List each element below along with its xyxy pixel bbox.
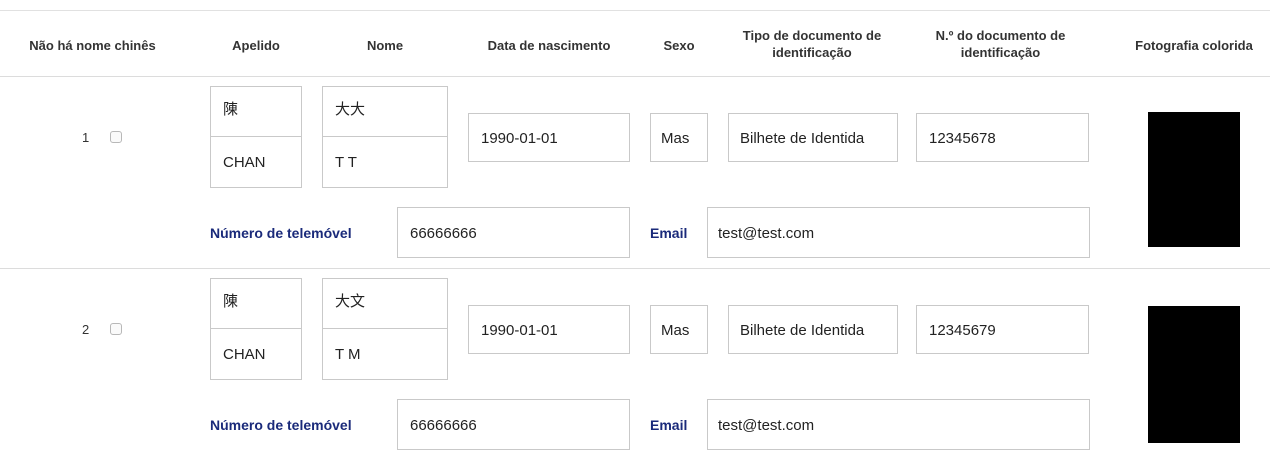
header-doc-number: N.º do documento de identificação bbox=[908, 27, 1093, 61]
mobile-label: Número de telemóvel bbox=[210, 225, 352, 241]
header-surname: Apelido bbox=[232, 38, 280, 53]
mobile-label: Número de telemóvel bbox=[210, 417, 352, 433]
header-photo: Fotografia colorida bbox=[1135, 38, 1253, 53]
color-photo bbox=[1148, 306, 1240, 443]
mobile-input[interactable]: 66666666 bbox=[397, 399, 630, 450]
birth-date-input[interactable]: 1990-01-01 bbox=[468, 113, 630, 162]
color-photo bbox=[1148, 112, 1240, 247]
header-doc-type-line1: Tipo de documento de bbox=[742, 28, 882, 43]
header-name: Nome bbox=[366, 38, 404, 53]
row-index: 2 bbox=[82, 322, 90, 337]
email-label: Email bbox=[650, 225, 688, 241]
header-doc-number-line1: N.º do documento de bbox=[935, 28, 1066, 43]
surname-latin-input[interactable]: CHAN bbox=[210, 328, 302, 380]
email-input[interactable]: test@test.com bbox=[707, 207, 1090, 258]
name-chinese-input[interactable]: 大大 bbox=[322, 86, 448, 137]
name-latin-input[interactable]: T M bbox=[322, 328, 448, 380]
surname-chinese-input[interactable]: 陳 bbox=[210, 86, 302, 137]
row-index: 1 bbox=[82, 130, 90, 145]
sex-select[interactable]: Mas bbox=[650, 113, 708, 162]
header-no-chinese-name: Não há nome chinês bbox=[29, 38, 156, 53]
header-sex: Sexo bbox=[663, 38, 695, 53]
table-top-border bbox=[0, 10, 1270, 11]
header-birth-date: Data de nascimento bbox=[487, 38, 611, 53]
surname-chinese-input[interactable]: 陳 bbox=[210, 278, 302, 329]
header-doc-type: Tipo de documento de identificação bbox=[722, 27, 902, 61]
doc-number-input[interactable]: 12345678 bbox=[916, 113, 1089, 162]
header-doc-type-line2: identificação bbox=[772, 45, 852, 60]
name-latin-input[interactable]: T T bbox=[322, 136, 448, 188]
birth-date-input[interactable]: 1990-01-01 bbox=[468, 305, 630, 354]
no-chinese-name-checkbox[interactable] bbox=[110, 131, 122, 143]
header-divider bbox=[0, 76, 1270, 77]
email-input[interactable]: test@test.com bbox=[707, 399, 1090, 450]
doc-type-select[interactable]: Bilhete de Identida bbox=[728, 113, 898, 162]
header-doc-number-line2: identificação bbox=[960, 45, 1041, 60]
name-chinese-input[interactable]: 大文 bbox=[322, 278, 448, 329]
doc-number-input[interactable]: 12345679 bbox=[916, 305, 1089, 354]
email-label: Email bbox=[650, 417, 688, 433]
mobile-input[interactable]: 66666666 bbox=[397, 207, 630, 258]
doc-type-select[interactable]: Bilhete de Identida bbox=[728, 305, 898, 354]
row-divider bbox=[0, 268, 1270, 269]
sex-select[interactable]: Mas bbox=[650, 305, 708, 354]
surname-latin-input[interactable]: CHAN bbox=[210, 136, 302, 188]
no-chinese-name-checkbox[interactable] bbox=[110, 323, 122, 335]
